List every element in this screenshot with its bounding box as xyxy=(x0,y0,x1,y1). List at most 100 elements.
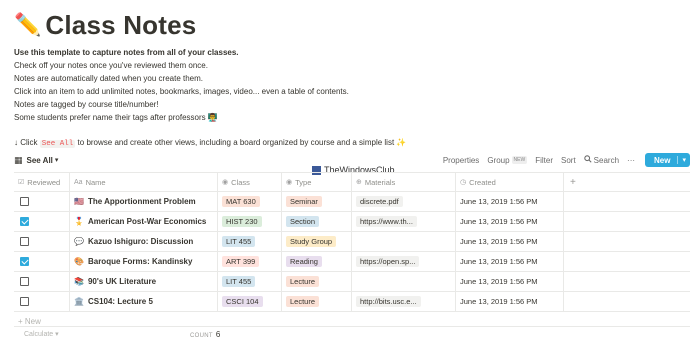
materials-cell[interactable]: discrete.pdf xyxy=(352,192,456,211)
type-cell[interactable]: Study Group xyxy=(282,232,352,251)
materials-link[interactable]: http://bits.usc.e... xyxy=(356,296,421,307)
materials-cell[interactable] xyxy=(352,232,456,251)
created-date: June 13, 2019 1:56 PM xyxy=(460,197,538,206)
reviewed-checkbox[interactable] xyxy=(20,297,29,306)
view-selector[interactable]: ▦ See All ▾ xyxy=(14,155,58,166)
name-cell[interactable]: 🎨 Baroque Forms: Kandinsky xyxy=(70,252,218,271)
count-value: 6 xyxy=(215,329,221,339)
description-line: Notes are automatically dated when you c… xyxy=(14,74,203,83)
column-header-type[interactable]: ◉ Type xyxy=(282,173,352,191)
column-header-created[interactable]: ◷ Created xyxy=(456,173,564,191)
count-display[interactable]: COUNT 6 xyxy=(190,330,221,339)
type-cell[interactable]: Seminar xyxy=(282,192,352,211)
class-cell[interactable]: LIT 455 xyxy=(218,272,282,291)
chevron-down-icon[interactable]: ▾ xyxy=(677,156,690,164)
class-tag: ART 399 xyxy=(222,256,260,267)
reviewed-checkbox[interactable] xyxy=(20,237,29,246)
table-header: ☑ Reviewed Aa Name ◉ Class ◉ Type ⊕ Mate… xyxy=(14,172,690,192)
group-label: Group xyxy=(487,155,510,165)
created-cell: June 13, 2019 1:56 PM xyxy=(456,232,564,251)
class-cell[interactable]: CSCI 104 xyxy=(218,292,282,311)
created-cell: June 13, 2019 1:56 PM xyxy=(456,192,564,211)
type-cell[interactable]: Lecture xyxy=(282,272,352,291)
add-column-button[interactable]: + xyxy=(564,173,690,191)
note-name[interactable]: 90's UK Literature xyxy=(88,277,156,286)
reviewed-checkbox[interactable] xyxy=(20,217,29,226)
chevron-down-icon: ▾ xyxy=(55,331,59,338)
name-cell[interactable]: 🇺🇸 The Apportionment Problem xyxy=(70,192,218,211)
description-line: Some students prefer name their tags aft… xyxy=(14,113,218,122)
note-emoji-icon: 📚 xyxy=(74,277,84,286)
class-cell[interactable]: HIST 230 xyxy=(218,212,282,231)
created-date: June 13, 2019 1:56 PM xyxy=(460,297,538,306)
note-name[interactable]: American Post-War Economics xyxy=(88,217,206,226)
new-button[interactable]: New ▾ xyxy=(645,153,690,167)
description-line: Check off your notes once you've reviewe… xyxy=(14,61,208,70)
reviewed-checkbox[interactable] xyxy=(20,257,29,266)
reviewed-cell[interactable] xyxy=(14,252,70,271)
note-emoji-icon: 🎖️ xyxy=(74,217,84,226)
type-cell[interactable]: Lecture xyxy=(282,292,352,311)
page-header: ✏️ Class Notes xyxy=(14,10,196,41)
materials-link[interactable]: https://open.sp... xyxy=(356,256,420,267)
note-name[interactable]: CS104: Lecture 5 xyxy=(88,297,153,306)
class-cell[interactable]: MAT 630 xyxy=(218,192,282,211)
new-button-label: New xyxy=(654,155,671,165)
search-button[interactable]: Search xyxy=(583,155,619,165)
column-header-class[interactable]: ◉ Class xyxy=(218,173,282,191)
name-cell[interactable]: 📚 90's UK Literature xyxy=(70,272,218,291)
reviewed-cell[interactable] xyxy=(14,212,70,231)
note-name[interactable]: Kazuo Ishiguro: Discussion xyxy=(88,237,193,246)
table-row[interactable]: 🇺🇸 The Apportionment Problem MAT 630 Semina… xyxy=(14,192,690,212)
name-cell[interactable]: 🏛️ CS104: Lecture 5 xyxy=(70,292,218,311)
intro-text: Use this template to capture notes from … xyxy=(14,48,239,57)
sort-button[interactable]: Sort xyxy=(561,156,576,165)
reviewed-cell[interactable] xyxy=(14,292,70,311)
type-tag: Study Group xyxy=(286,236,337,247)
table-row[interactable]: 🎖️ American Post-War Economics HIST 230 Sec… xyxy=(14,212,690,232)
type-cell[interactable]: Section xyxy=(282,212,352,231)
class-cell[interactable]: LIT 455 xyxy=(218,232,282,251)
column-header-name[interactable]: Aa Name xyxy=(70,173,218,191)
table-row[interactable]: 💬 Kazuo Ishiguro: Discussion LIT 455 Study … xyxy=(14,232,690,252)
empty-cell xyxy=(564,272,690,291)
reviewed-cell[interactable] xyxy=(14,272,70,291)
empty-cell xyxy=(564,232,690,251)
filter-button[interactable]: Filter xyxy=(535,156,553,165)
materials-cell[interactable]: http://bits.usc.e... xyxy=(352,292,456,311)
class-tag: MAT 630 xyxy=(222,196,260,207)
calculate-button[interactable]: Calculate ▾ xyxy=(14,330,190,338)
materials-link[interactable]: https://www.th... xyxy=(356,216,417,227)
group-button[interactable]: Group NEW xyxy=(487,155,528,165)
name-cell[interactable]: 💬 Kazuo Ishiguro: Discussion xyxy=(70,232,218,251)
reviewed-checkbox[interactable] xyxy=(20,197,29,206)
reviewed-checkbox[interactable] xyxy=(20,277,29,286)
reviewed-cell[interactable] xyxy=(14,192,70,211)
created-cell: June 13, 2019 1:56 PM xyxy=(456,272,564,291)
type-cell[interactable]: Reading xyxy=(282,252,352,271)
class-tag: HIST 230 xyxy=(222,216,262,227)
materials-cell[interactable] xyxy=(352,272,456,291)
note-name[interactable]: The Apportionment Problem xyxy=(88,197,196,206)
chevron-down-icon: ▾ xyxy=(54,157,59,164)
tip-suffix: to browse and create other views, includ… xyxy=(77,138,407,147)
more-options-button[interactable]: ··· xyxy=(627,156,635,165)
created-cell: June 13, 2019 1:56 PM xyxy=(456,292,564,311)
reviewed-cell[interactable] xyxy=(14,232,70,251)
checkbox-icon: ☑ xyxy=(18,179,25,186)
note-name[interactable]: Baroque Forms: Kandinsky xyxy=(88,257,192,266)
column-header-reviewed[interactable]: ☑ Reviewed xyxy=(14,173,70,191)
table-row[interactable]: 📚 90's UK Literature LIT 455 Lecture June 13… xyxy=(14,272,690,292)
description-line: Click into an item to add unlimited note… xyxy=(14,87,349,96)
table-row[interactable]: 🎨 Baroque Forms: Kandinsky ART 399 Reading h… xyxy=(14,252,690,272)
materials-cell[interactable]: https://www.th... xyxy=(352,212,456,231)
class-cell[interactable]: ART 399 xyxy=(218,252,282,271)
page-title[interactable]: Class Notes xyxy=(45,10,196,41)
column-header-materials[interactable]: ⊕ Materials xyxy=(352,173,456,191)
view-label: See All xyxy=(26,155,53,165)
materials-link[interactable]: discrete.pdf xyxy=(356,196,403,207)
materials-cell[interactable]: https://open.sp... xyxy=(352,252,456,271)
table-row[interactable]: 🏛️ CS104: Lecture 5 CSCI 104 Lecture http://… xyxy=(14,292,690,312)
name-cell[interactable]: 🎖️ American Post-War Economics xyxy=(70,212,218,231)
properties-button[interactable]: Properties xyxy=(443,156,479,165)
